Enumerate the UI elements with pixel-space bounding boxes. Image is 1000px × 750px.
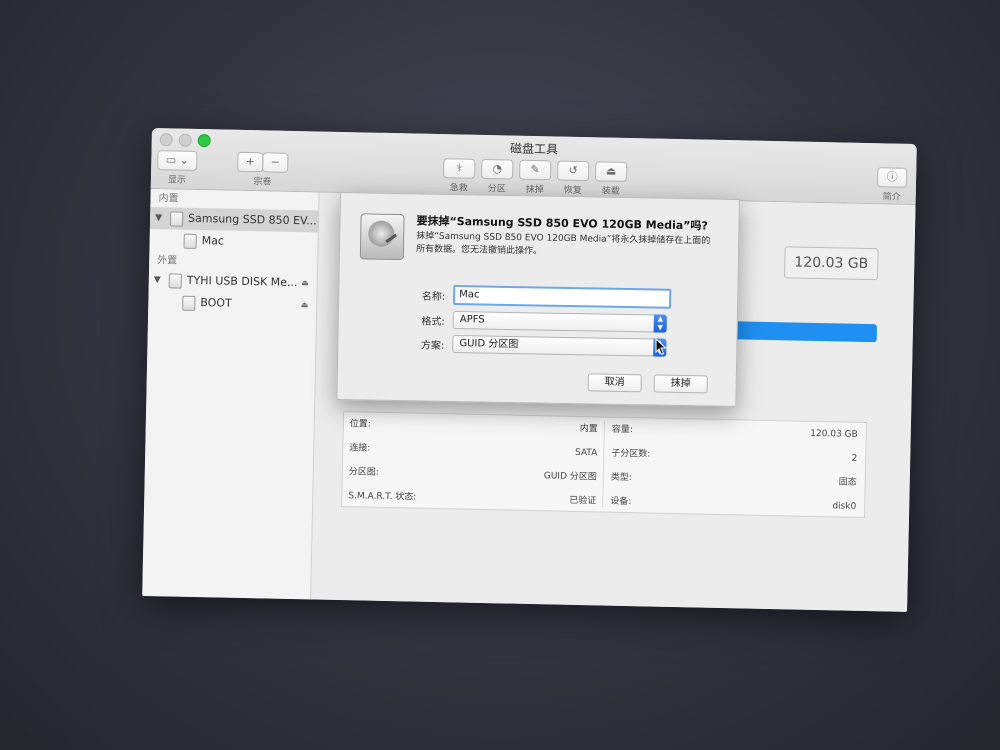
eject-icon[interactable]: ⏏ [301, 272, 309, 294]
volume-control: + − 宗卷 [237, 150, 289, 188]
erase-button[interactable]: 抹掉 [653, 374, 708, 394]
view-label: 显示 [167, 175, 187, 186]
restore-button[interactable]: ↺ [556, 160, 590, 182]
restore-control: ↺ 恢复 [556, 158, 590, 197]
info-value: 固态 [838, 477, 857, 488]
sidebar-item-label: Samsung SSD 850 EV... [187, 211, 317, 228]
sidebar-item-mac-volume[interactable]: Mac [149, 229, 317, 255]
info-key: 分区图: [348, 467, 379, 478]
name-field[interactable] [453, 284, 672, 309]
info-key: 类型: [610, 472, 632, 484]
erase-control: ✎ 抹掉 [518, 158, 552, 196]
format-select-value: APFS [459, 314, 485, 326]
info-key: 设备: [610, 496, 632, 508]
sidebar-item-label: Mac [201, 234, 225, 248]
partition-button[interactable]: ◔ [481, 158, 514, 180]
dialog-message: 抹掉“Samsung SSD 850 EVO 120GB Media”将永久抹掉… [415, 231, 711, 257]
first-aid-control: ⚕ 急救 [443, 156, 476, 194]
mount-icon: ⏏ [605, 164, 617, 178]
volume-label: 宗卷 [253, 177, 272, 188]
info-value: SATA [574, 447, 598, 459]
erase-toolbar-button[interactable]: ✎ [518, 159, 552, 181]
first-aid-label: 急救 [449, 183, 468, 194]
remove-volume-button[interactable]: − [262, 152, 289, 173]
erase-dialog: 要抹掉“Samsung SSD 850 EVO 120GB Media”吗? 抹… [336, 192, 740, 407]
mount-button[interactable]: ⏏ [594, 161, 628, 182]
info-row-device: 设备: disk0 [604, 490, 862, 519]
mount-label: 装载 [601, 186, 620, 197]
arrow-cursor-icon [655, 338, 667, 356]
restore-label: 恢复 [563, 185, 582, 197]
pie-chart-icon: ◔ [492, 162, 503, 176]
format-select[interactable]: APFS ▲ ▼ [452, 310, 667, 333]
scheme-label: 方案: [420, 340, 445, 352]
info-button[interactable]: ⓘ [876, 167, 908, 188]
info-right-column: 容量: 120.03 GB 子分区数: 2 类型: 固态 设备: disk0 [604, 418, 866, 517]
disk-icon [168, 273, 182, 289]
cancel-button[interactable]: 取消 [587, 373, 642, 393]
view-button[interactable]: ▭ ⌄ [157, 150, 198, 171]
chevron-updown-icon: ▲▼ [653, 314, 667, 333]
info-key: 容量: [611, 424, 633, 436]
name-label: 名称: [421, 291, 446, 303]
erase-toolbar-label: 抹掉 [525, 184, 544, 196]
sidebar-item-label: TYHI USB DISK Me... [186, 273, 298, 290]
info-label: 简介 [882, 192, 901, 203]
volume-icon [183, 233, 197, 249]
disclosure-triangle-icon[interactable]: ▼ [154, 269, 161, 291]
mount-control: ⏏ 装载 [594, 159, 628, 197]
info-control: ⓘ 简介 [876, 165, 908, 203]
disclosure-triangle-icon[interactable]: ▼ [155, 207, 162, 229]
capacity-box: 120.03 GB [783, 246, 879, 281]
info-value: 已验证 [569, 495, 597, 507]
scheme-select[interactable]: GUID 分区图 ▲▼ [452, 334, 667, 357]
format-label: 格式: [421, 316, 445, 328]
info-value: GUID 分区图 [543, 471, 597, 483]
info-value: 120.03 GB [810, 428, 858, 440]
info-key: 子分区数: [611, 448, 651, 460]
info-row-smart: S.M.A.R.T. 状态: 已验证 [342, 484, 602, 513]
info-table: 位置: 内置 连接: SATA 分区图: GUID 分区图 S.M.A.R.T.… [341, 411, 867, 519]
erase-icon: ✎ [530, 162, 540, 177]
info-key: 位置: [349, 419, 371, 430]
add-volume-button[interactable]: + [237, 151, 264, 173]
info-left-column: 位置: 内置 连接: SATA 分区图: GUID 分区图 S.M.A.R.T.… [342, 412, 604, 511]
hard-drive-icon [359, 213, 405, 261]
scheme-select-value: GUID 分区图 [459, 338, 519, 351]
restore-icon: ↺ [568, 163, 578, 177]
volume-icon [182, 295, 196, 311]
disk-icon [169, 211, 184, 227]
info-key: 连接: [349, 443, 371, 454]
sidebar-item-label: BOOT [200, 296, 232, 310]
info-value: 内置 [579, 424, 598, 435]
view-control: ▭ ⌄ 显示 [157, 148, 198, 186]
platter [368, 220, 395, 247]
eject-icon[interactable]: ⏏ [301, 294, 309, 316]
sidebar-item-boot-volume[interactable]: BOOT ⏏ [148, 291, 316, 317]
info-icon: ⓘ [886, 170, 898, 184]
info-value: disk0 [832, 501, 857, 512]
sidebar-toggle-icon: ▭ ⌄ [165, 153, 190, 167]
partition-control: ◔ 分区 [481, 157, 514, 195]
info-value: 2 [851, 453, 858, 464]
info-key: S.M.A.R.T. 状态: [348, 491, 417, 503]
first-aid-button[interactable]: ⚕ [443, 158, 476, 179]
partition-label: 分区 [487, 184, 506, 195]
stethoscope-icon: ⚕ [456, 161, 463, 175]
sidebar: 内置 ▼ Samsung SSD 850 EV... Mac 外置 ▼ TYHI… [142, 188, 320, 600]
